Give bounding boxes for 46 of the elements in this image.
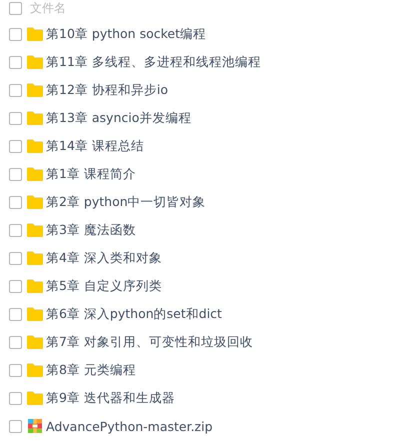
folder-icon (27, 363, 43, 377)
folder-icon (27, 167, 43, 181)
row-checkbox[interactable] (9, 252, 22, 264)
file-name[interactable]: 第4章 深入类和对象 (46, 250, 162, 266)
folder-icon (27, 223, 43, 237)
folder-icon (27, 391, 43, 405)
file-name[interactable]: 第5章 自定义序列类 (46, 278, 162, 294)
select-all-checkbox[interactable] (9, 2, 22, 14)
file-name[interactable]: 第1章 课程简介 (46, 166, 136, 182)
file-name[interactable]: 第7章 对象引用、可变性和垃圾回收 (46, 334, 253, 350)
file-name[interactable]: AdvancePython-master.zip (46, 418, 213, 434)
folder-icon (27, 195, 43, 209)
file-name[interactable]: 第6章 深入python的set和dict (46, 306, 222, 322)
file-name[interactable]: 第11章 多线程、多进程和线程池编程 (46, 54, 261, 70)
folder-icon (27, 335, 43, 349)
folder-icon (27, 111, 43, 125)
row-checkbox[interactable] (9, 392, 22, 404)
folder-icon (27, 251, 43, 265)
row-checkbox[interactable] (9, 336, 22, 348)
row-checkbox[interactable] (9, 280, 22, 292)
row-checkbox[interactable] (9, 28, 22, 40)
file-name[interactable]: 第3章 魔法函数 (46, 222, 136, 238)
file-name[interactable]: 第2章 python中一切皆对象 (46, 194, 206, 210)
folder-icon (27, 279, 43, 293)
folder-icon (27, 27, 43, 41)
file-name[interactable]: 第10章 python socket编程 (46, 26, 206, 42)
folder-icon (27, 83, 43, 97)
row-checkbox[interactable] (9, 420, 22, 432)
row-checkbox[interactable] (9, 84, 22, 96)
folder-icon (27, 55, 43, 69)
file-name[interactable]: 第8章 元类编程 (46, 362, 136, 378)
row-checkbox[interactable] (9, 364, 22, 376)
row-checkbox[interactable] (9, 224, 22, 236)
folder-icon (27, 139, 43, 153)
archive-icon (27, 419, 43, 433)
file-name[interactable]: 第12章 协程和异步io (46, 82, 168, 98)
row-checkbox[interactable] (9, 168, 22, 180)
row-checkbox[interactable] (9, 196, 22, 208)
row-checkbox[interactable] (9, 112, 22, 124)
file-name[interactable]: 第13章 asyncio并发编程 (46, 110, 192, 126)
file-name[interactable]: 第9章 迭代器和生成器 (46, 390, 175, 406)
row-checkbox[interactable] (9, 308, 22, 320)
file-name[interactable]: 第14章 课程总结 (46, 138, 144, 154)
row-checkbox[interactable] (9, 140, 22, 152)
row-checkbox[interactable] (9, 56, 22, 68)
folder-icon (27, 307, 43, 321)
